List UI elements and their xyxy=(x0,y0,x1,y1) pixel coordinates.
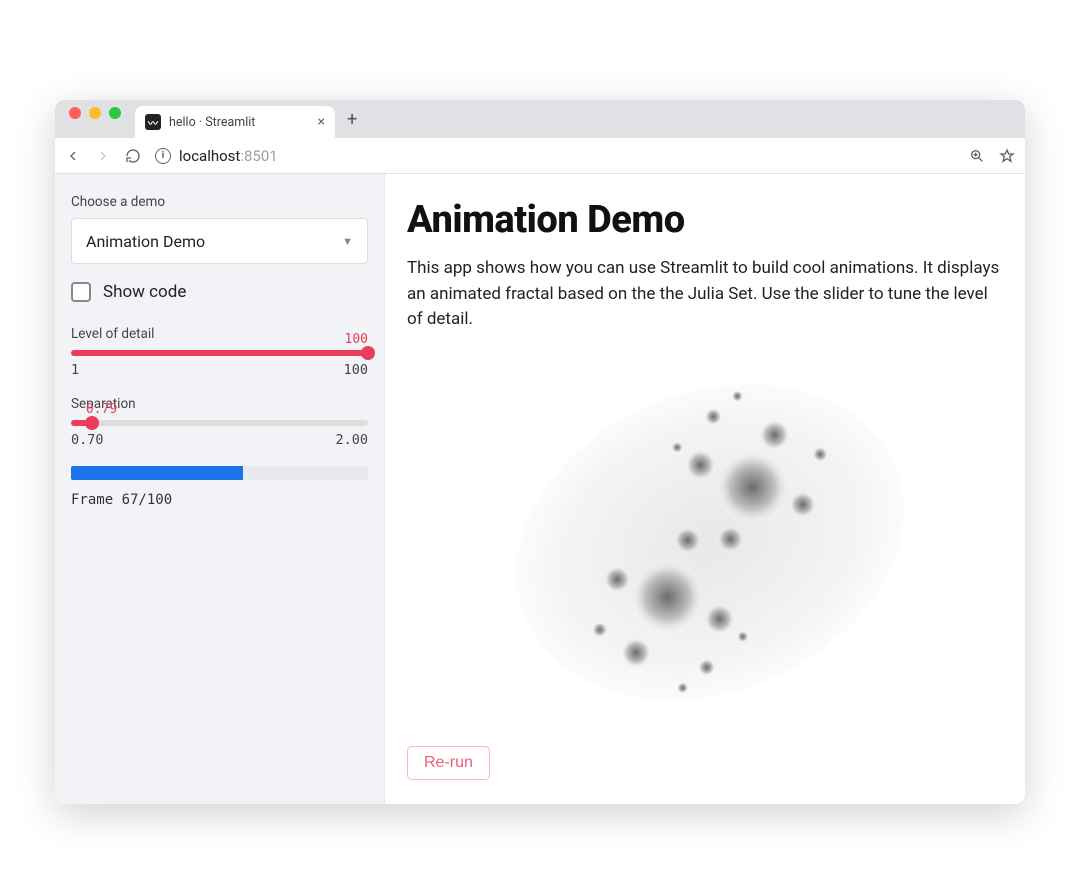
page-description: This app shows how you can use Streamlit… xyxy=(407,256,1003,333)
demo-select-value: Animation Demo xyxy=(86,232,205,251)
url-field[interactable]: i localhost:8501 xyxy=(155,147,955,165)
detail-slider-max: 100 xyxy=(344,362,368,378)
new-tab-button[interactable]: + xyxy=(335,109,369,130)
window-controls xyxy=(69,107,121,119)
main-panel: Animation Demo This app shows how you ca… xyxy=(385,174,1025,804)
url-host: localhost xyxy=(179,147,240,165)
separation-slider-thumb[interactable] xyxy=(85,416,99,430)
close-window-icon[interactable] xyxy=(69,107,81,119)
maximize-window-icon[interactable] xyxy=(109,107,121,119)
detail-slider-group: Level of detail 100 1 100 xyxy=(71,326,368,378)
close-tab-icon[interactable]: × xyxy=(318,114,325,130)
url-port: :8501 xyxy=(240,147,277,165)
page-content: Choose a demo Animation Demo ▼ Show code… xyxy=(55,174,1025,804)
zoom-icon[interactable] xyxy=(969,148,985,164)
show-code-checkbox-row[interactable]: Show code xyxy=(71,282,368,302)
site-info-icon[interactable]: i xyxy=(155,148,171,164)
separation-slider[interactable]: 0.79 xyxy=(71,420,368,426)
rerun-button[interactable]: Re-run xyxy=(407,746,490,780)
show-code-label: Show code xyxy=(103,282,186,302)
forward-icon xyxy=(95,148,111,164)
separation-slider-group: Separation 0.79 0.70 2.00 xyxy=(71,396,368,448)
chevron-down-icon: ▼ xyxy=(342,235,353,248)
demo-select[interactable]: Animation Demo ▼ xyxy=(71,218,368,264)
separation-slider-min: 0.70 xyxy=(71,432,104,448)
sidebar: Choose a demo Animation Demo ▼ Show code… xyxy=(55,174,385,804)
bookmark-star-icon[interactable] xyxy=(999,148,1015,164)
choose-demo-label: Choose a demo xyxy=(71,194,368,210)
show-code-checkbox[interactable] xyxy=(71,282,91,302)
progress-fill xyxy=(71,466,243,480)
tab-bar: 〰 hello · Streamlit × + xyxy=(55,100,1025,138)
detail-slider-value: 100 xyxy=(345,332,368,347)
browser-window: 〰 hello · Streamlit × + i localhost:8501 xyxy=(55,100,1025,804)
detail-slider-min: 1 xyxy=(71,362,79,378)
fractal-image xyxy=(407,333,1003,743)
tab-title: hello · Streamlit xyxy=(169,115,255,130)
page-title: Animation Demo xyxy=(407,198,1003,242)
browser-tab[interactable]: 〰 hello · Streamlit × xyxy=(135,106,335,138)
frame-text: Frame 67/100 xyxy=(71,492,368,508)
detail-slider-fill xyxy=(71,350,368,356)
separation-slider-value: 0.79 xyxy=(86,402,117,417)
detail-slider[interactable]: 100 xyxy=(71,350,368,356)
detail-slider-thumb[interactable] xyxy=(361,346,375,360)
tab-favicon: 〰 xyxy=(145,114,161,130)
back-icon[interactable] xyxy=(65,148,81,164)
detail-slider-label: Level of detail xyxy=(71,326,368,342)
minimize-window-icon[interactable] xyxy=(89,107,101,119)
progress-bar xyxy=(71,466,368,480)
reload-icon[interactable] xyxy=(125,148,141,164)
address-bar: i localhost:8501 xyxy=(55,138,1025,174)
separation-slider-max: 2.00 xyxy=(335,432,368,448)
